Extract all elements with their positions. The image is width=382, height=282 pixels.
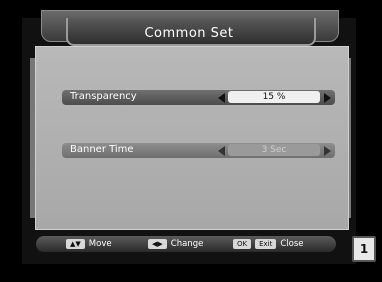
- setting-label: Banner Time: [70, 144, 134, 155]
- hint-move: ▲▼ Move: [66, 239, 112, 249]
- left-arrow-icon[interactable]: [218, 93, 225, 103]
- exit-key-icon: Exit: [255, 239, 277, 249]
- hint-change: ◀▶ Change: [148, 239, 203, 249]
- right-arrow-icon[interactable]: [324, 146, 331, 156]
- page-number-badge: 1: [352, 236, 376, 262]
- up-down-key-icon: ▲▼: [66, 239, 85, 249]
- setting-label: Transparency: [70, 91, 137, 102]
- hint-label: Change: [170, 239, 204, 249]
- left-right-key-icon: ◀▶: [148, 239, 167, 249]
- setting-value: 15 %: [228, 91, 320, 103]
- hint-label: Move: [88, 239, 112, 249]
- hint-label: Close: [280, 239, 304, 249]
- footer-hint-bar: ▲▼ Move ◀▶ Change OK Exit Close: [36, 236, 336, 252]
- setting-value: 3 Sec: [228, 144, 320, 156]
- left-arrow-icon[interactable]: [218, 146, 225, 156]
- setting-row-banner-time[interactable]: Banner Time 3 Sec: [62, 143, 335, 158]
- ok-key-icon: OK: [233, 239, 252, 249]
- setting-row-transparency[interactable]: Transparency 15 %: [62, 90, 335, 105]
- page-title: Common Set: [144, 26, 234, 41]
- hint-close: OK Exit Close: [233, 239, 304, 249]
- right-arrow-icon[interactable]: [324, 93, 331, 103]
- settings-panel: [35, 46, 349, 230]
